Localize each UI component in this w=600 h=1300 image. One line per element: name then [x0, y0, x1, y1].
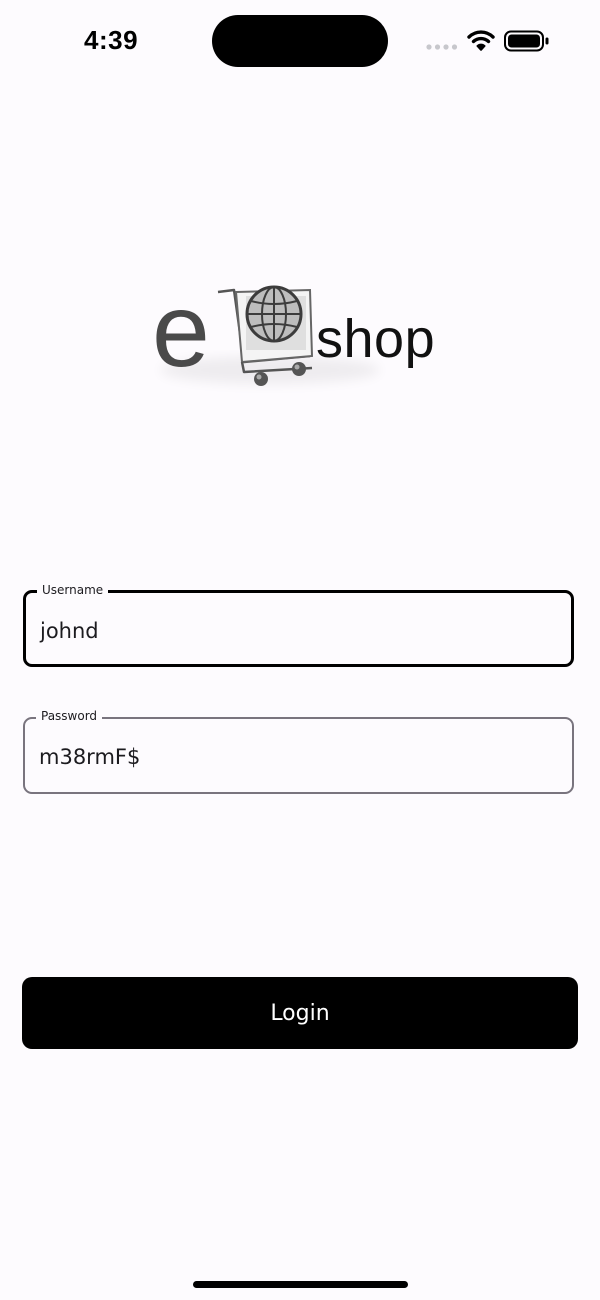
password-input[interactable]: m38rmF$: [39, 744, 140, 770]
battery-icon: [504, 30, 549, 52]
logo-wordmark: shop: [316, 309, 436, 369]
status-time: 4:39: [84, 25, 139, 55]
password-field[interactable]: Password m38rmF$: [23, 708, 574, 794]
cellular-signal-icon: [426, 44, 458, 50]
login-button[interactable]: Login: [22, 977, 578, 1049]
logo-letter-e: e: [152, 278, 210, 389]
home-indicator[interactable]: [193, 1281, 408, 1288]
dynamic-island: [212, 15, 388, 67]
username-label: Username: [37, 582, 109, 598]
username-field[interactable]: Username johnd: [23, 582, 574, 667]
username-input[interactable]: johnd: [40, 618, 99, 644]
password-label: Password: [36, 708, 103, 724]
wifi-icon: [467, 30, 495, 51]
status-bar: 4:39: [0, 0, 600, 80]
